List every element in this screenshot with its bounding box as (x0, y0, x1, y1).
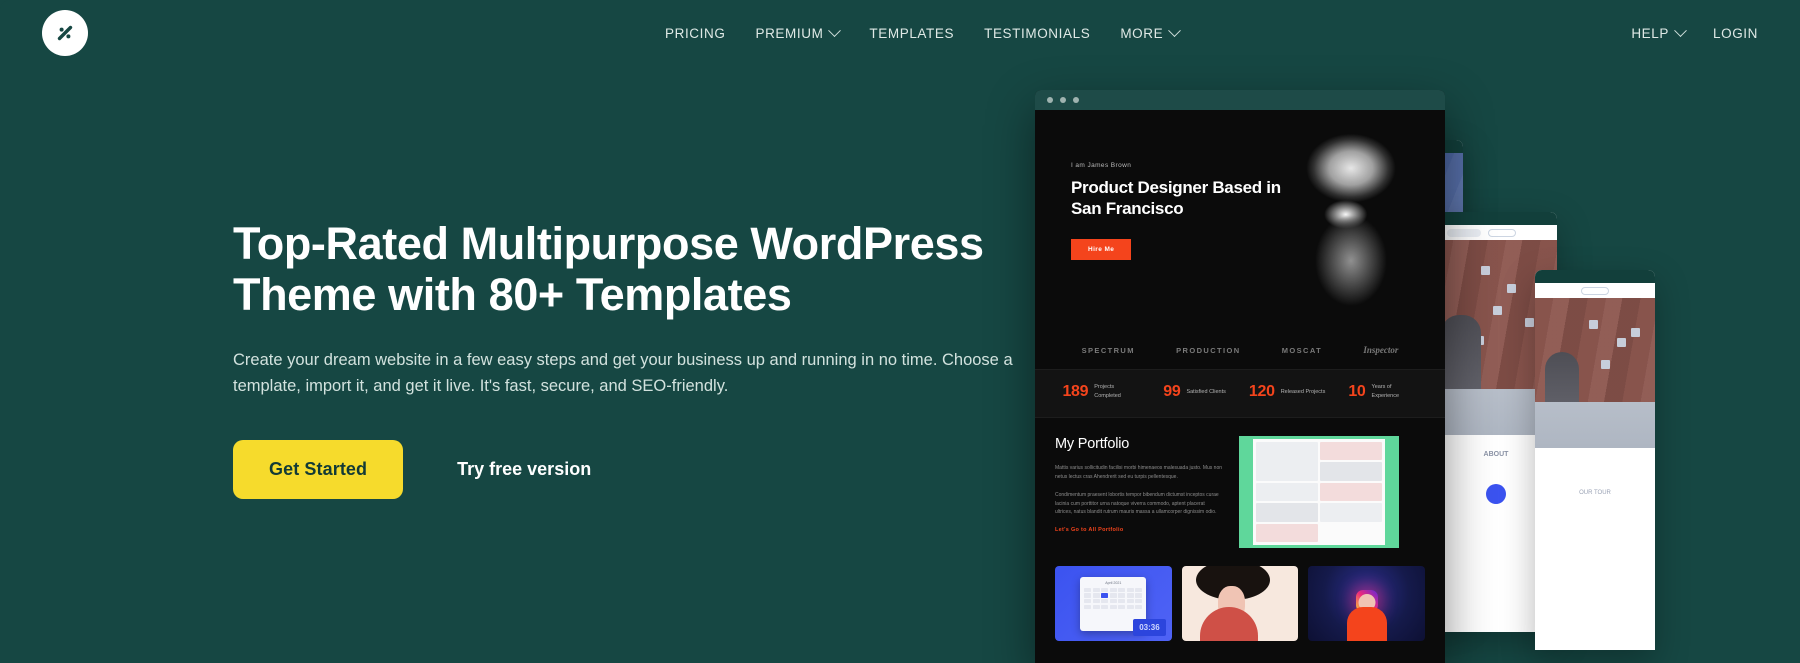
try-free-version-link[interactable]: Try free version (455, 455, 593, 484)
nav-item-templates[interactable]: TEMPLATES (869, 26, 954, 41)
clock-time-chip: 03:36 (1133, 619, 1166, 636)
chevron-down-icon (1674, 23, 1687, 37)
calendar-app-card[interactable]: April 2021 03:36 (1055, 566, 1172, 641)
portfolio-screenshot (1239, 436, 1399, 548)
chevron-down-icon (828, 23, 842, 37)
nav-label-help: HELP (1631, 25, 1669, 41)
stat-years-experience: 10 Years of Experience (1348, 383, 1417, 401)
portfolio-paragraph-1: Mattis varius sollicitudin facilisi morb… (1055, 465, 1223, 480)
browser-page-continuation (1035, 659, 1445, 663)
stat-value: 10 (1348, 383, 1366, 400)
brand-spectrum: SPECTRUM (1081, 345, 1135, 355)
nav-label-login: LOGIN (1712, 25, 1758, 41)
nav-item-pricing[interactable]: PRICING (665, 26, 725, 41)
panel-navbar (1535, 283, 1655, 298)
portfolio-link[interactable]: Let's Go to All Portfolio (1055, 527, 1223, 533)
inner-headline: Product Designer Based in San Francisco (1071, 178, 1281, 218)
browser-titlebar (1035, 90, 1445, 110)
hero-cta-row: Get Started Try free version (233, 440, 1033, 500)
panel-hero-image (1535, 298, 1655, 448)
calendar-month-label: April 2021 (1105, 580, 1122, 585)
nav-label-more: MORE (1120, 25, 1164, 41)
chevron-down-icon (1168, 23, 1182, 37)
portfolio-section: My Portfolio Mattis varius sollicitudin … (1035, 418, 1445, 558)
panel-topbar (1435, 212, 1557, 225)
mockup-panel-tour: OUR TOUR (1535, 270, 1655, 650)
stat-satisfied-clients: 99 Satisfied Clients (1163, 383, 1226, 401)
nav-item-more[interactable]: MORE (1120, 23, 1182, 41)
illustration-lady-card[interactable] (1181, 566, 1299, 641)
stat-label: Released Projects (1280, 388, 1326, 395)
panel-topbar (1535, 270, 1655, 283)
brand-production: PRODUCTION (1176, 345, 1241, 355)
portfolio-title: My Portfolio (1055, 436, 1130, 452)
brand-logo-icon (42, 10, 88, 56)
hero-section: Top-Rated Multipurpose WordPress Theme w… (233, 218, 1033, 500)
nav-item-premium[interactable]: PREMIUM (755, 23, 842, 41)
instagram-illustration-card[interactable] (1308, 566, 1426, 641)
panel-nav-pill (1447, 228, 1481, 237)
hero-page: PRICING PREMIUM TEMPLATES TESTIMONIALS M… (0, 0, 1800, 663)
main-navbar: PRICING PREMIUM TEMPLATES TESTIMONIALS M… (0, 0, 1800, 66)
brand-moscat: MOSCAT (1281, 345, 1323, 355)
stat-value: 189 (1062, 383, 1089, 400)
stat-value: 120 (1248, 383, 1275, 400)
inner-hero-copy: I am James Brown Product Designer Based … (1071, 162, 1281, 261)
hire-me-button[interactable]: Hire Me (1071, 239, 1132, 261)
panel-feature-title: ABOUT (1483, 451, 1509, 458)
inner-eyebrow: I am James Brown (1071, 162, 1132, 169)
get-started-button[interactable]: Get Started (233, 440, 404, 500)
calendar-grid (1084, 587, 1143, 610)
brand-logo[interactable] (42, 10, 88, 56)
portrait-photo (1285, 122, 1417, 332)
brand-inspector: Inspector (1363, 345, 1399, 355)
browser-mockup-window: I am James Brown Product Designer Based … (1035, 90, 1445, 663)
secondary-nav: HELP LOGIN (1631, 0, 1758, 66)
panel-person-silhouette (1441, 315, 1481, 435)
panel-navbar (1435, 225, 1557, 240)
window-maximize-dot-icon (1073, 97, 1079, 103)
portfolio-paragraph-2: Condimentum praesent lobortis tempor bib… (1055, 492, 1219, 516)
nav-item-help[interactable]: HELP (1631, 23, 1687, 41)
nav-label-testimonials: TESTIMONIALS (984, 25, 1091, 41)
panel-nav-button (1581, 286, 1609, 295)
nav-item-testimonials[interactable]: TESTIMONIALS (984, 26, 1090, 41)
portfolio-screenshot-grid (1253, 439, 1385, 545)
body-shape-icon (1199, 607, 1258, 641)
panel-footer-label: OUR TOUR (1579, 490, 1611, 496)
stat-label: Projects Completed (1094, 384, 1121, 399)
hero-subtitle: Create your dream website in a few easy … (233, 350, 1013, 396)
stat-value: 99 (1163, 383, 1181, 400)
portfolio-copy: My Portfolio Mattis varius sollicitudin … (1055, 436, 1223, 548)
panel-nav-button (1488, 228, 1516, 237)
window-minimize-dot-icon (1060, 97, 1066, 103)
client-brand-row: SPECTRUM PRODUCTION MOSCAT Inspector (1035, 335, 1445, 369)
inner-site-hero: I am James Brown Product Designer Based … (1035, 110, 1445, 335)
page-title: Top-Rated Multipurpose WordPress Theme w… (233, 218, 984, 321)
nav-item-login[interactable]: LOGIN (1713, 26, 1758, 41)
window-close-dot-icon (1047, 97, 1053, 103)
panel-body: OUR TOUR (1535, 448, 1655, 650)
portfolio-cards-row: April 2021 03:36 (1035, 558, 1445, 659)
stat-released-projects: 120 Released Projects (1249, 383, 1325, 401)
stats-row: 189 Projects Completed 99 Satisfied Clie… (1035, 369, 1445, 418)
stat-label: Satisfied Clients (1186, 388, 1226, 395)
stat-label: Years of Experience (1371, 384, 1400, 399)
nav-label-pricing: PRICING (665, 25, 726, 41)
nav-label-templates: TEMPLATES (869, 25, 955, 41)
stat-projects-completed: 189 Projects Completed (1062, 383, 1140, 401)
hero-mockup-stack: uild 24/7 Supports (1035, 90, 1800, 663)
person-body-icon (1346, 607, 1387, 641)
browser-viewport: I am James Brown Product Designer Based … (1035, 110, 1445, 663)
nav-label-premium: PREMIUM (755, 25, 824, 41)
primary-nav: PRICING PREMIUM TEMPLATES TESTIMONIALS M… (665, 0, 1182, 66)
